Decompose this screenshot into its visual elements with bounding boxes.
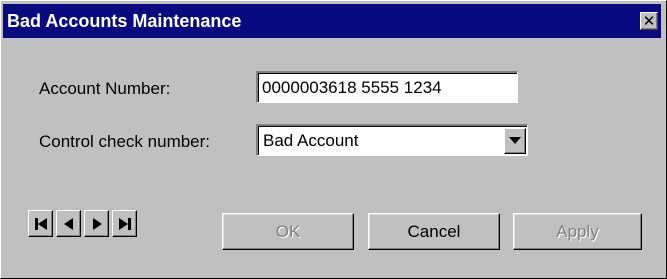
control-check-select[interactable]: Bad Account bbox=[256, 124, 528, 156]
account-number-input[interactable] bbox=[258, 73, 517, 102]
previous-record-button[interactable] bbox=[56, 210, 81, 237]
chevron-down-icon bbox=[509, 137, 521, 144]
apply-button[interactable]: Apply bbox=[513, 213, 642, 250]
first-record-icon bbox=[34, 217, 47, 230]
close-icon: ✕ bbox=[642, 11, 656, 30]
window-title: Bad Accounts Maintenance bbox=[7, 10, 242, 31]
last-record-icon bbox=[118, 217, 131, 230]
control-check-label: Control check number: bbox=[39, 132, 211, 151]
cancel-button[interactable]: Cancel bbox=[368, 213, 500, 250]
close-button[interactable]: ✕ bbox=[640, 12, 658, 30]
control-check-selected-value: Bad Account bbox=[263, 130, 359, 150]
account-number-label: Account Number: bbox=[39, 79, 171, 98]
previous-record-icon bbox=[63, 217, 73, 230]
last-record-button[interactable] bbox=[112, 210, 137, 237]
next-record-button[interactable] bbox=[84, 210, 109, 237]
title-bar[interactable]: Bad Accounts Maintenance ✕ bbox=[3, 4, 661, 38]
dropdown-button[interactable] bbox=[504, 127, 526, 154]
record-navigation bbox=[28, 210, 140, 237]
next-record-icon bbox=[92, 217, 102, 230]
first-record-button[interactable] bbox=[28, 210, 53, 237]
account-number-field-frame bbox=[256, 71, 518, 103]
bad-accounts-dialog: Bad Accounts Maintenance ✕ Account Numbe… bbox=[0, 0, 667, 279]
ok-button[interactable]: OK bbox=[222, 213, 354, 250]
